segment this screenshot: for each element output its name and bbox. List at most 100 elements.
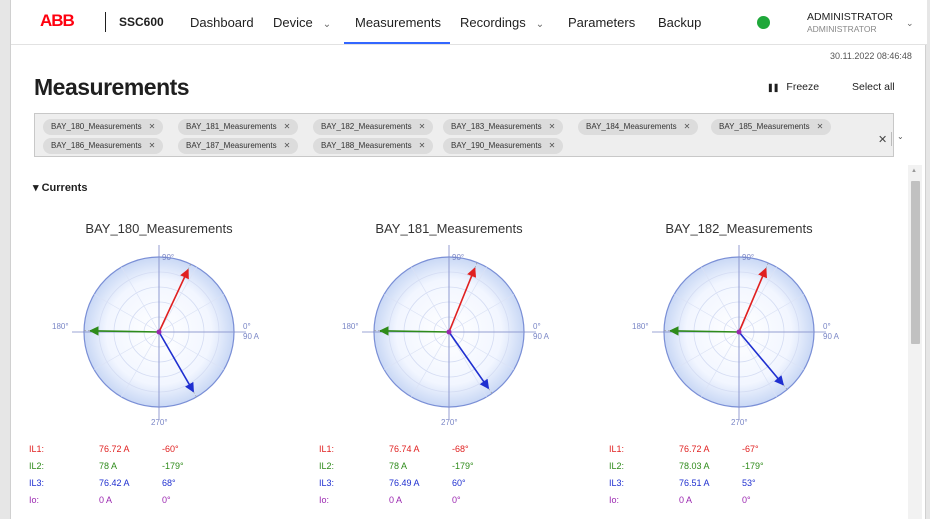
nav-parameters[interactable]: Parameters (568, 15, 635, 30)
measurement-selector[interactable]: BAY_180_Measurements ✕ BAY_181_Measurement… (34, 113, 904, 157)
phasor-gauge: BAY_180_Measurements 90° 180° 0° 90 A 270° IL1… (29, 220, 289, 515)
phasor-magnitude: 76.51 A (679, 478, 710, 488)
phasor-angle: -179° (162, 461, 184, 471)
nav-measurements[interactable]: Measurements (355, 15, 441, 30)
phasor-angle: 68° (162, 478, 176, 488)
phasor-angle: -67° (742, 444, 759, 454)
nav-recordings-label: Recordings (460, 15, 526, 30)
section-title: Currents (41, 182, 88, 194)
chip-label: BAY_185_Measurements (719, 122, 810, 131)
chip-remove-icon[interactable]: ✕ (419, 122, 426, 131)
product-name: SSC600 (119, 15, 164, 29)
phasor-angle: 60° (452, 478, 466, 488)
nav-parameters-label: Parameters (568, 15, 636, 30)
nav-dashboard[interactable]: Dashboard (190, 15, 254, 30)
chip-label: BAY_180_Measurements (51, 122, 142, 131)
user-menu-chevron-icon[interactable]: ⌄ (906, 18, 914, 29)
nav-device-label: Device (273, 15, 313, 30)
phasor-row-il1: IL1: 76.72 A -67° (609, 444, 869, 458)
filter-chip[interactable]: BAY_183_Measurements ✕ (443, 119, 564, 135)
freeze-label: Freeze (786, 81, 820, 93)
filter-chip[interactable]: BAY_181_Measurements ✕ (178, 119, 299, 135)
user-role: ADMINISTRATOR (807, 24, 877, 34)
chip-remove-icon[interactable]: ✕ (817, 122, 824, 131)
scrollbar-thumb[interactable] (911, 181, 920, 344)
phasor-row-il1: IL1: 76.74 A -68° (319, 444, 579, 458)
freeze-button[interactable]: ❚❚ Freeze (767, 81, 819, 93)
selector-divider (891, 132, 892, 146)
chevron-down-icon: ⌄ (322, 19, 332, 30)
axis-label-180: 180° (632, 322, 649, 331)
nav-backup[interactable]: Backup (658, 15, 701, 30)
filter-chip[interactable]: BAY_180_Measurements ✕ (43, 119, 164, 135)
chip-remove-icon[interactable]: ✕ (549, 141, 556, 150)
phasor-angle: 0° (162, 495, 171, 505)
nav-backup-label: Backup (658, 15, 702, 30)
axis-label-0: 0° (533, 322, 541, 331)
phasor-magnitude: 76.74 A (389, 444, 420, 454)
phasor-gauge: BAY_182_Measurements 90° 180° 0° 90 A 270° IL1… (609, 220, 869, 515)
chip-label: BAY_184_Measurements (586, 122, 677, 131)
phasor-angle: 0° (452, 495, 461, 505)
axis-label-270: 270° (441, 418, 458, 427)
pause-icon: ❚❚ (767, 83, 779, 92)
currents-section-header[interactable]: ▾ Currents (33, 181, 87, 194)
axis-label-90: 90° (452, 253, 464, 262)
phasor-row-il2: IL2: 78 A -179° (29, 461, 289, 475)
phasor-diagram: 90° 180° 0°90 A 270° (632, 245, 840, 427)
phasor-row-il3: IL3: 76.51 A 53° (609, 478, 869, 492)
phasor-magnitude: 0 A (389, 495, 403, 505)
status-indicator (757, 16, 770, 29)
abb-logo[interactable]: ABB (40, 11, 75, 31)
nav-dashboard-label: Dashboard (190, 15, 254, 30)
chip-remove-icon[interactable]: ✕ (149, 141, 156, 150)
filter-chip[interactable]: BAY_187_Measurements ✕ (178, 138, 299, 154)
phasor-magnitude: 78 A (99, 461, 118, 471)
axis-label-0: 0° (823, 322, 831, 331)
axis-label-180: 180° (342, 322, 359, 331)
chip-label: BAY_182_Measurements (321, 122, 412, 131)
chip-label: BAY_187_Measurements (186, 141, 277, 150)
phasor-row-il2: IL2: 78.03 A -179° (609, 461, 869, 475)
phasor-magnitude: 0 A (99, 495, 113, 505)
chip-remove-icon[interactable]: ✕ (419, 141, 426, 150)
axis-scale-label: 90 A (243, 332, 260, 341)
axis-label-90: 90° (742, 253, 754, 262)
chip-remove-icon[interactable]: ✕ (549, 122, 556, 131)
phasor-magnitude: 76.49 A (389, 478, 420, 488)
clear-all-icon[interactable]: ✕ (878, 133, 887, 146)
axis-scale-label: 90 A (533, 332, 550, 341)
filter-chip[interactable]: BAY_186_Measurements ✕ (43, 138, 164, 154)
axis-label-90: 90° (162, 253, 174, 262)
filter-chip[interactable]: BAY_188_Measurements ✕ (313, 138, 434, 154)
axis-label-180: 180° (52, 322, 69, 331)
page-title: Measurements (34, 74, 190, 100)
filter-chip[interactable]: BAY_185_Measurements ✕ (711, 119, 832, 135)
axis-label-270: 270° (731, 418, 748, 427)
filter-chip[interactable]: BAY_190_Measurements ✕ (443, 138, 564, 154)
scroll-up-icon[interactable]: ▲ (911, 168, 917, 174)
phasor-angle: -68° (452, 444, 469, 454)
user-name[interactable]: ADMINISTRATOR (807, 11, 893, 23)
logo-divider (105, 12, 106, 32)
chip-remove-icon[interactable]: ✕ (284, 141, 291, 150)
phasor-diagram: 90° 180° 0°90 A 270° (52, 245, 260, 427)
phasor-label: IL3: (609, 478, 625, 488)
phasor-label: IL1: (609, 444, 625, 454)
phasor-row-il1: IL1: 76.72 A -60° (29, 444, 289, 458)
gauge-title: BAY_182_Measurements (665, 221, 813, 236)
nav-device[interactable]: Device ⌄ (273, 15, 331, 30)
axis-label-0: 0° (243, 322, 251, 331)
select-all-button[interactable]: Select all (852, 81, 895, 93)
phasor-magnitude: 76.72 A (99, 444, 130, 454)
filter-chip[interactable]: BAY_184_Measurements ✕ (578, 119, 699, 135)
nav-recordings[interactable]: Recordings ⌄ (460, 15, 544, 30)
chip-remove-icon[interactable]: ✕ (684, 122, 691, 131)
phasor-magnitude: 78.03 A (679, 461, 710, 471)
collapse-triangle-icon: ▾ (33, 182, 39, 194)
chevron-down-icon[interactable]: ⌄ (897, 132, 904, 141)
filter-chip[interactable]: BAY_182_Measurements ✕ (313, 119, 434, 135)
chip-remove-icon[interactable]: ✕ (284, 122, 291, 131)
chip-remove-icon[interactable]: ✕ (149, 122, 156, 131)
phasor-label: IL3: (29, 478, 45, 488)
